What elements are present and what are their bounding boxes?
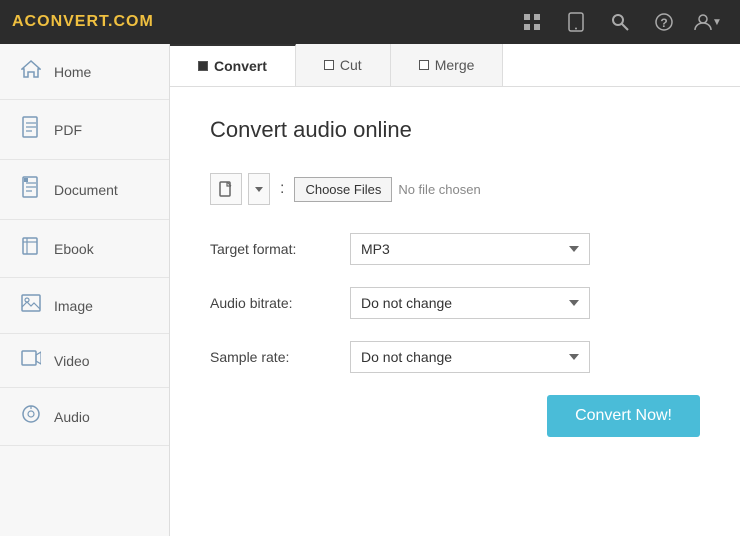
- tab-merge-label: Merge: [435, 57, 475, 73]
- sidebar-item-home[interactable]: Home: [0, 44, 169, 100]
- new-file-button[interactable]: [210, 173, 242, 205]
- tab-merge[interactable]: Merge: [391, 44, 504, 86]
- convert-btn-row: Convert Now!: [210, 395, 700, 437]
- sidebar-label-video: Video: [54, 353, 90, 369]
- pdf-icon: [20, 116, 42, 143]
- sidebar-item-image[interactable]: Image: [0, 278, 169, 334]
- target-format-row: Target format: MP3 WAV OGG FLAC AAC WMA …: [210, 233, 700, 265]
- sidebar-label-audio: Audio: [54, 409, 90, 425]
- page-content: Convert audio online : Cho: [170, 87, 740, 536]
- content-area: Convert Cut Merge Convert audio online: [170, 44, 740, 536]
- logo-ac: AC: [12, 13, 37, 30]
- sample-rate-row: Sample rate: Do not change 8000 Hz 11025…: [210, 341, 700, 373]
- search-icon-button[interactable]: [600, 0, 640, 44]
- tabs: Convert Cut Merge: [170, 44, 740, 87]
- video-icon: [20, 350, 42, 371]
- sidebar-item-video[interactable]: Video: [0, 334, 169, 388]
- tab-cut[interactable]: Cut: [296, 44, 391, 86]
- help-icon-button[interactable]: ?: [644, 0, 684, 44]
- audio-bitrate-label: Audio bitrate:: [210, 295, 350, 311]
- audio-icon: [20, 404, 42, 429]
- ebook-icon: [20, 236, 42, 261]
- user-icon-button[interactable]: ▼: [688, 0, 728, 44]
- sidebar-item-pdf[interactable]: PDF: [0, 100, 169, 160]
- no-file-text: No file chosen: [398, 182, 480, 197]
- sidebar: Home PDF Document Ebook Image: [0, 44, 170, 536]
- tab-convert-label: Convert: [214, 58, 267, 74]
- tablet-icon: [568, 12, 584, 32]
- main-layout: Home PDF Document Ebook Image: [0, 44, 740, 536]
- document-icon: [20, 176, 42, 203]
- colon-separator: :: [280, 180, 284, 198]
- sidebar-label-document: Document: [54, 182, 118, 198]
- user-dropdown-arrow: ▼: [712, 17, 722, 28]
- tablet-icon-button[interactable]: [556, 0, 596, 44]
- target-format-select[interactable]: MP3 WAV OGG FLAC AAC WMA M4A: [350, 233, 590, 265]
- sidebar-label-image: Image: [54, 298, 93, 314]
- tab-merge-indicator: [419, 60, 429, 70]
- logo-rest: NVERT.COM: [51, 13, 154, 30]
- audio-bitrate-row: Audio bitrate: Do not change 64 kbps 128…: [210, 287, 700, 319]
- audio-bitrate-select[interactable]: Do not change 64 kbps 128 kbps 192 kbps …: [350, 287, 590, 319]
- logo: ACONVERT.COM: [12, 13, 154, 31]
- file-row: : Choose Files No file chosen: [210, 173, 700, 205]
- logo-highlight: O: [37, 13, 50, 30]
- file-dropdown-button[interactable]: [248, 173, 270, 205]
- choose-files-button[interactable]: Choose Files: [294, 177, 392, 202]
- convert-now-label: Convert Now!: [575, 407, 672, 424]
- chevron-down-icon: [255, 187, 263, 192]
- sidebar-label-pdf: PDF: [54, 122, 82, 138]
- header: ACONVERT.COM ?: [0, 0, 740, 44]
- help-icon: ?: [655, 13, 673, 31]
- grid-icon-button[interactable]: [512, 0, 552, 44]
- tab-cut-indicator: [324, 60, 334, 70]
- svg-text:?: ?: [660, 16, 667, 30]
- tab-convert[interactable]: Convert: [170, 44, 296, 86]
- convert-now-button[interactable]: Convert Now!: [547, 395, 700, 437]
- sidebar-item-ebook[interactable]: Ebook: [0, 220, 169, 278]
- header-icons: ? ▼: [512, 0, 728, 44]
- tab-cut-label: Cut: [340, 57, 362, 73]
- sidebar-item-document[interactable]: Document: [0, 160, 169, 220]
- page-title: Convert audio online: [210, 117, 700, 143]
- image-icon: [20, 294, 42, 317]
- search-icon: [611, 13, 629, 31]
- home-icon: [20, 60, 42, 83]
- sidebar-label-ebook: Ebook: [54, 241, 94, 257]
- tab-convert-indicator: [198, 61, 208, 71]
- sidebar-label-home: Home: [54, 64, 91, 80]
- target-format-label: Target format:: [210, 241, 350, 257]
- target-format-select-wrapper: MP3 WAV OGG FLAC AAC WMA M4A: [350, 233, 590, 265]
- sample-rate-label: Sample rate:: [210, 349, 350, 365]
- audio-bitrate-select-wrapper: Do not change 64 kbps 128 kbps 192 kbps …: [350, 287, 590, 319]
- user-icon: [694, 13, 712, 31]
- sample-rate-select[interactable]: Do not change 8000 Hz 11025 Hz 22050 Hz …: [350, 341, 590, 373]
- grid-icon: [523, 13, 541, 31]
- file-icon: [219, 181, 233, 197]
- sample-rate-select-wrapper: Do not change 8000 Hz 11025 Hz 22050 Hz …: [350, 341, 590, 373]
- sidebar-item-audio[interactable]: Audio: [0, 388, 169, 446]
